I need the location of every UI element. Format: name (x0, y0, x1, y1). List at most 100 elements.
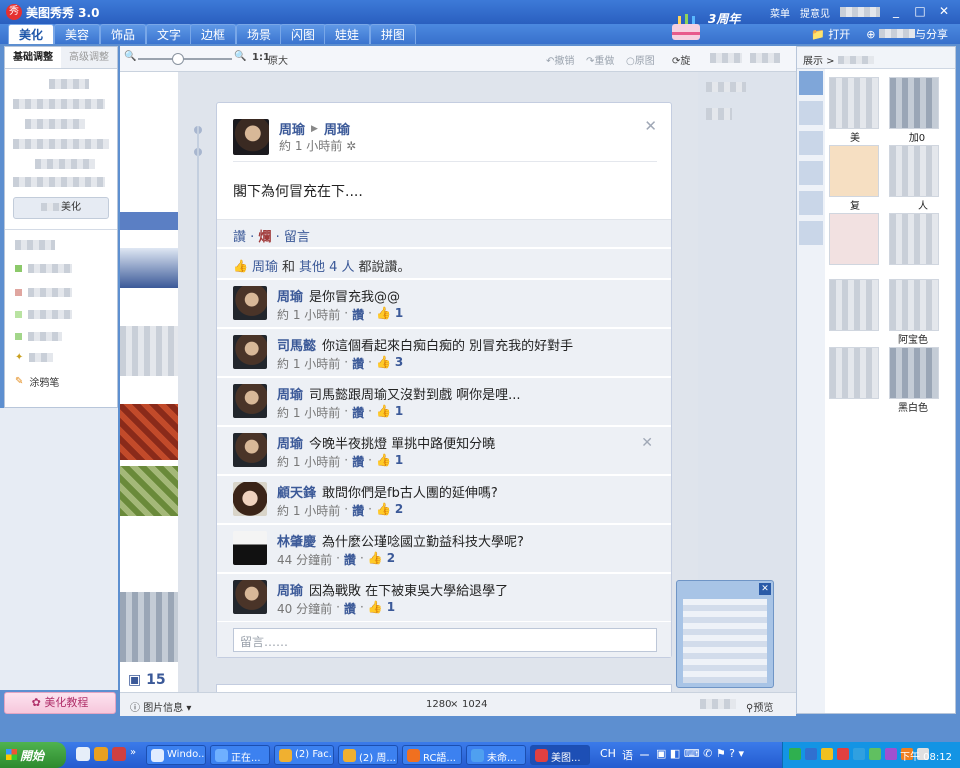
brush-tool[interactable]: ✎ 涂鸦笔 (15, 374, 59, 389)
rotate-button[interactable]: ⟳旋 (672, 52, 690, 67)
show-desktop-icon[interactable] (76, 747, 90, 761)
category-tab[interactable] (799, 101, 823, 125)
tool-item[interactable]: ✦ (15, 352, 54, 363)
task-meitu[interactable]: 美图... (530, 745, 590, 765)
effect-thumbnail[interactable] (829, 213, 879, 265)
comment-like-count[interactable]: 3 (395, 355, 403, 372)
comment-like-count[interactable]: 1 (395, 404, 403, 421)
comment-like-link[interactable]: 讚 (352, 355, 364, 372)
category-tab[interactable] (799, 161, 823, 185)
tab-collage[interactable]: 拼图 (370, 24, 417, 44)
tab-text[interactable]: 文字 (146, 24, 193, 44)
effect-thumbnail[interactable] (829, 145, 879, 197)
task-zhouyu[interactable]: (2) 周... (338, 745, 398, 765)
tab-accessories[interactable]: 饰品 (100, 24, 147, 44)
likes-others[interactable]: 其他 4 人 (299, 256, 355, 275)
commenter-name[interactable]: 林肇慶 (277, 531, 316, 550)
ime-icons[interactable]: ▣ ◧ ⌨ ✆ ⚑ ? ▾ (656, 747, 744, 763)
reset-button[interactable]: ○原图 (626, 52, 655, 67)
commenter-avatar[interactable] (233, 335, 267, 369)
commenter-name[interactable]: 周瑜 (277, 433, 303, 452)
comment-input[interactable]: 留言…… (233, 628, 657, 652)
comment-action[interactable]: 留言 (284, 230, 310, 245)
task-windows[interactable]: Windo... (146, 745, 206, 765)
close-icon[interactable]: ✕ (759, 583, 771, 595)
comment-like-count[interactable]: 1 (395, 453, 403, 470)
comment-like-count[interactable]: 1 (395, 306, 403, 323)
comment-like-count[interactable]: 2 (395, 502, 403, 519)
start-button[interactable]: 開始 (0, 742, 66, 768)
effect-thumbnail[interactable] (829, 347, 879, 399)
ime-width[interactable]: ー (639, 747, 650, 763)
breadcrumb[interactable]: 展示 > (803, 56, 835, 67)
task-facebook[interactable]: (2) Fac... (274, 745, 334, 765)
author-avatar[interactable] (233, 119, 269, 155)
close-icon[interactable]: ✕ (644, 117, 657, 135)
commenter-avatar[interactable] (233, 531, 267, 565)
tray-icon[interactable] (869, 748, 881, 760)
like-action[interactable]: 讚 (233, 230, 246, 245)
open-button[interactable]: 📁 打开 (811, 26, 850, 42)
effect-thumbnail[interactable] (889, 145, 939, 197)
shield-icon[interactable] (821, 748, 833, 760)
task-rc[interactable]: RC語... (402, 745, 462, 765)
commenter-name[interactable]: 周瑜 (277, 580, 303, 599)
effect-thumbnail[interactable] (889, 77, 939, 129)
commenter-avatar[interactable] (233, 286, 267, 320)
image-info-button[interactable]: ⓘ 图片信息 ▾ (130, 699, 191, 714)
zoom-out-icon[interactable]: 🔍 (124, 51, 136, 62)
likes-name[interactable]: 周瑜 (252, 256, 278, 275)
comment-like-link[interactable]: 讚 (352, 502, 364, 519)
more-icon[interactable]: » (130, 747, 136, 758)
category-tab[interactable] (799, 191, 823, 215)
post-author[interactable]: 周瑜 (279, 119, 305, 138)
tray-icon[interactable] (805, 748, 817, 760)
commenter-avatar[interactable] (233, 580, 267, 614)
tray-icon[interactable] (789, 748, 801, 760)
beautify-button[interactable]: 美化 (13, 197, 109, 219)
redo-button[interactable]: ↷重做 (586, 52, 614, 67)
zoom-in-icon[interactable]: 🔍 (234, 51, 246, 62)
tab-beauty[interactable]: 美容 (54, 24, 101, 44)
tab-doll[interactable]: 娃娃 (324, 24, 371, 44)
menu-link[interactable]: 菜单 (770, 5, 790, 20)
tool-item[interactable] (15, 310, 72, 319)
preview-button[interactable]: ⚲预览 (746, 699, 773, 714)
maximize-button[interactable]: □ (912, 3, 928, 19)
category-tab[interactable] (799, 131, 823, 155)
tool-item[interactable] (15, 264, 72, 273)
commenter-name[interactable]: 周瑜 (277, 286, 303, 305)
category-tab[interactable] (799, 71, 823, 95)
commenter-name[interactable]: 顧天鋒 (277, 482, 316, 501)
tab-scene[interactable]: 场景 (236, 24, 283, 44)
post-target[interactable]: 周瑜 (324, 119, 350, 138)
commenter-avatar[interactable] (233, 433, 267, 467)
ime-mode[interactable]: 语 (622, 747, 633, 763)
tray-icon[interactable] (837, 748, 849, 760)
tab-beautify[interactable]: 美化 (8, 24, 55, 44)
effect-thumbnail[interactable] (889, 347, 939, 399)
tutorial-button[interactable]: ✿ 美化教程 (4, 692, 116, 714)
tool-item[interactable] (15, 288, 72, 297)
tool-item[interactable] (15, 332, 62, 341)
comment-like-link[interactable]: 讚 (352, 404, 364, 421)
ime-lang[interactable]: CH (600, 747, 616, 763)
effect-thumbnail[interactable] (829, 77, 879, 129)
share-button[interactable]: ⊕ 与分享 (866, 26, 948, 42)
zoom-slider-handle[interactable] (172, 53, 184, 65)
commenter-name[interactable]: 司馬懿 (277, 335, 316, 354)
undo-button[interactable]: ↶撤销 (546, 52, 574, 67)
commenter-avatar[interactable] (233, 482, 267, 516)
tab-flash[interactable]: 闪图 (280, 24, 327, 44)
category-tab[interactable] (799, 221, 823, 245)
comment-like-link[interactable]: 讚 (352, 453, 364, 470)
feedback-link[interactable]: 提意见 (800, 5, 830, 20)
task-untitled[interactable]: 未命... (466, 745, 526, 765)
commenter-avatar[interactable] (233, 384, 267, 418)
tab-border[interactable]: 边框 (190, 24, 237, 44)
original-size-button[interactable]: 原大 (268, 52, 288, 67)
comment-like-link[interactable]: 讚 (344, 551, 356, 568)
media-icon[interactable] (112, 747, 126, 761)
commenter-name[interactable]: 周瑜 (277, 384, 303, 403)
close-button[interactable]: ✕ (936, 3, 952, 19)
